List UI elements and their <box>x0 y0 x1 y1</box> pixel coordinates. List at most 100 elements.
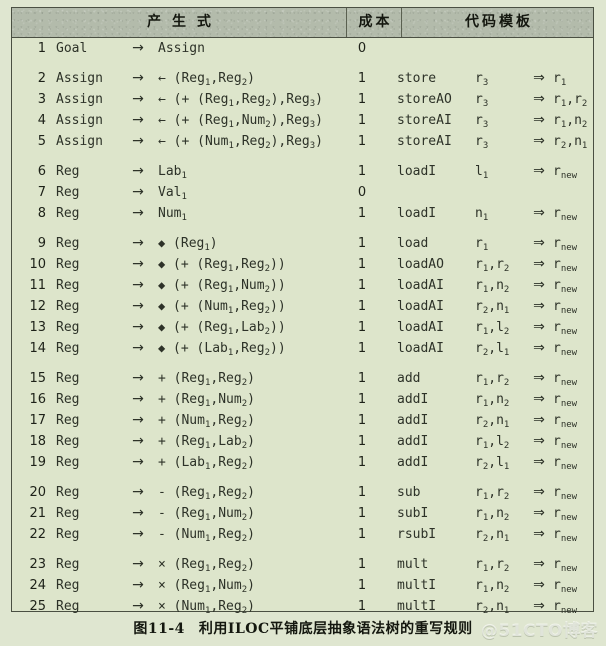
produces-arrow: → <box>132 133 144 149</box>
produces-arrow: → <box>132 205 144 221</box>
production-lhs: Assign <box>56 113 103 128</box>
production-lhs: Reg <box>56 557 80 572</box>
template-opcode: mult <box>397 557 429 572</box>
template-opcode: addI <box>397 455 429 470</box>
template-opcode: addI <box>397 434 429 449</box>
template-result: rnew <box>553 257 578 274</box>
table-row[interactable]: 25 Reg → × (Num1,Reg2) 1 multI r2,n1 ⇒ rnew <box>12 596 593 617</box>
table-row[interactable]: 8 Reg → Num1 1 loadI n1 ⇒ rnew <box>12 203 593 224</box>
table-row[interactable]: 7 Reg → Val1 0 <box>12 182 593 203</box>
rule-cost: 1 <box>357 164 367 179</box>
produces-arrow: → <box>132 256 144 272</box>
table-row[interactable]: 12 Reg → ◆ (+ (Num1,Reg2)) 1 loadAI r2,n1 ⇒ rnew <box>12 296 593 317</box>
rule-cost: 1 <box>357 413 367 428</box>
assigns-arrow: ⇒ <box>533 577 545 593</box>
rule-cost: 1 <box>357 278 367 293</box>
table-row[interactable]: 23 Reg → × (Reg1,Reg2) 1 mult r1,r2 ⇒ rnew <box>12 554 593 575</box>
rule-cost: 1 <box>357 134 367 149</box>
template-result: rnew <box>553 278 578 295</box>
template-operands: r1,r2 <box>475 485 510 502</box>
production-lhs: Reg <box>56 506 80 521</box>
assigns-arrow: ⇒ <box>533 433 545 449</box>
rule-cost: 1 <box>357 527 367 542</box>
assigns-arrow <box>528 38 550 59</box>
row-number: 16 <box>29 392 46 407</box>
production-rhs: Lab1 <box>158 164 187 181</box>
production-rhs: + (Reg1,Num2) <box>158 392 255 409</box>
assigns-arrow: ⇒ <box>533 70 545 86</box>
table-row[interactable]: 11 Reg → ◆ (+ (Reg1,Num2)) 1 loadAI r1,n2 ⇒ rnew <box>12 275 593 296</box>
produces-arrow: → <box>132 235 144 251</box>
production-lhs: Reg <box>56 527 80 542</box>
produces-arrow: → <box>132 70 144 86</box>
row-number: 24 <box>29 578 46 593</box>
rule-cost: 1 <box>357 341 367 356</box>
production-lhs: Reg <box>56 392 80 407</box>
table-row[interactable]: 16 Reg → + (Reg1,Num2) 1 addI r1,n2 ⇒ rnew <box>12 389 593 410</box>
table-row[interactable]: 14 Reg → ◆ (+ (Lab1,Reg2)) 1 loadAI r2,l1 ⇒ rnew <box>12 338 593 359</box>
table-row[interactable]: 3 Assign → ← (+ (Reg1,Reg2),Reg3) 1 storeAO r3… <box>12 89 593 110</box>
template-result: rnew <box>553 320 578 337</box>
template-opcode: loadAI <box>397 320 444 335</box>
production-rhs: Num1 <box>158 206 187 223</box>
produces-arrow: → <box>132 391 144 407</box>
table-row[interactable]: 2 Assign → ← (Reg1,Reg2) 1 store r3 ⇒ r1 <box>12 68 593 89</box>
assigns-arrow: ⇒ <box>533 598 545 614</box>
produces-arrow: → <box>132 340 144 356</box>
table-row[interactable]: 10 Reg → ◆ (+ (Reg1,Reg2)) 1 loadAO r1,r2 ⇒ rnew <box>12 254 593 275</box>
row-number: 2 <box>37 71 46 86</box>
rule-cost: 1 <box>357 320 367 335</box>
production-rhs: ◆ (+ (Num1,Reg2)) <box>158 299 286 316</box>
template-result <box>553 182 605 203</box>
table-row[interactable]: 18 Reg → + (Reg1,Lab2) 1 addI r1,l2 ⇒ rnew <box>12 431 593 452</box>
table-row[interactable]: 13 Reg → ◆ (+ (Reg1,Lab2)) 1 loadAI r1,l2 ⇒ rnew <box>12 317 593 338</box>
table-row[interactable]: 24 Reg → × (Reg1,Num2) 1 multI r1,n2 ⇒ rnew <box>12 575 593 596</box>
template-operands: r1,r2 <box>475 257 510 274</box>
template-operands: r2,l1 <box>475 455 510 472</box>
produces-arrow: → <box>132 112 144 128</box>
table-row[interactable]: 19 Reg → + (Lab1,Reg2) 1 addI r2,l1 ⇒ rnew <box>12 452 593 473</box>
assigns-arrow: ⇒ <box>533 556 545 572</box>
template-operands: r3 <box>475 134 489 151</box>
assigns-arrow: ⇒ <box>533 454 545 470</box>
row-number: 8 <box>37 206 46 221</box>
produces-arrow: → <box>132 277 144 293</box>
production-rhs: - (Reg1,Num2) <box>158 506 255 523</box>
row-number: 18 <box>29 434 46 449</box>
table-row[interactable]: 20 Reg → - (Reg1,Reg2) 1 sub r1,r2 ⇒ rnew <box>12 482 593 503</box>
template-operands: r1,l2 <box>475 320 510 337</box>
table-row[interactable]: 1 Goal → Assign 0 <box>12 38 593 59</box>
row-number: 17 <box>29 413 46 428</box>
template-result: rnew <box>553 371 578 388</box>
assigns-arrow: ⇒ <box>533 370 545 386</box>
production-rhs: - (Num1,Reg2) <box>158 527 255 544</box>
table-row[interactable]: 21 Reg → - (Reg1,Num2) 1 subI r1,n2 ⇒ rnew <box>12 503 593 524</box>
table-row[interactable]: 22 Reg → - (Num1,Reg2) 1 rsubI r2,n1 ⇒ rnew <box>12 524 593 545</box>
row-number: 11 <box>29 278 46 293</box>
template-operands: r1,r2 <box>475 371 510 388</box>
assigns-arrow: ⇒ <box>533 526 545 542</box>
template-result: rnew <box>553 506 578 523</box>
row-number: 19 <box>29 455 46 470</box>
table-row[interactable]: 4 Assign → ← (+ (Reg1,Num2),Reg3) 1 storeAI r3… <box>12 110 593 131</box>
rule-cost: 1 <box>357 299 367 314</box>
produces-arrow: → <box>132 319 144 335</box>
template-result: r1 <box>553 71 567 88</box>
produces-arrow: → <box>132 484 144 500</box>
template-result: rnew <box>553 578 578 595</box>
template-result: r2,n1 <box>553 134 588 151</box>
table-row[interactable]: 15 Reg → + (Reg1,Reg2) 1 add r1,r2 ⇒ rnew <box>12 368 593 389</box>
rule-group: 20 Reg → - (Reg1,Reg2) 1 sub r1,r2 ⇒ rnew 21 Reg → -… <box>12 482 593 545</box>
rule-cost: 1 <box>357 206 367 221</box>
row-number: 3 <box>37 92 46 107</box>
production-lhs: Reg <box>56 164 80 179</box>
template-operands: r1,n2 <box>475 578 510 595</box>
template-result: rnew <box>553 299 578 316</box>
table-row[interactable]: 9 Reg → ◆ (Reg1) 1 load r1 ⇒ rnew <box>12 233 593 254</box>
production-rhs: + (Reg1,Lab2) <box>158 434 255 451</box>
table-row[interactable]: 6 Reg → Lab1 1 loadI l1 ⇒ rnew <box>12 161 593 182</box>
table-row[interactable]: 17 Reg → + (Num1,Reg2) 1 addI r2,n1 ⇒ rnew <box>12 410 593 431</box>
table-row[interactable]: 5 Assign → ← (+ (Num1,Reg2),Reg3) 1 storeAI r3… <box>12 131 593 152</box>
template-operands <box>475 182 525 203</box>
produces-arrow: → <box>132 526 144 542</box>
